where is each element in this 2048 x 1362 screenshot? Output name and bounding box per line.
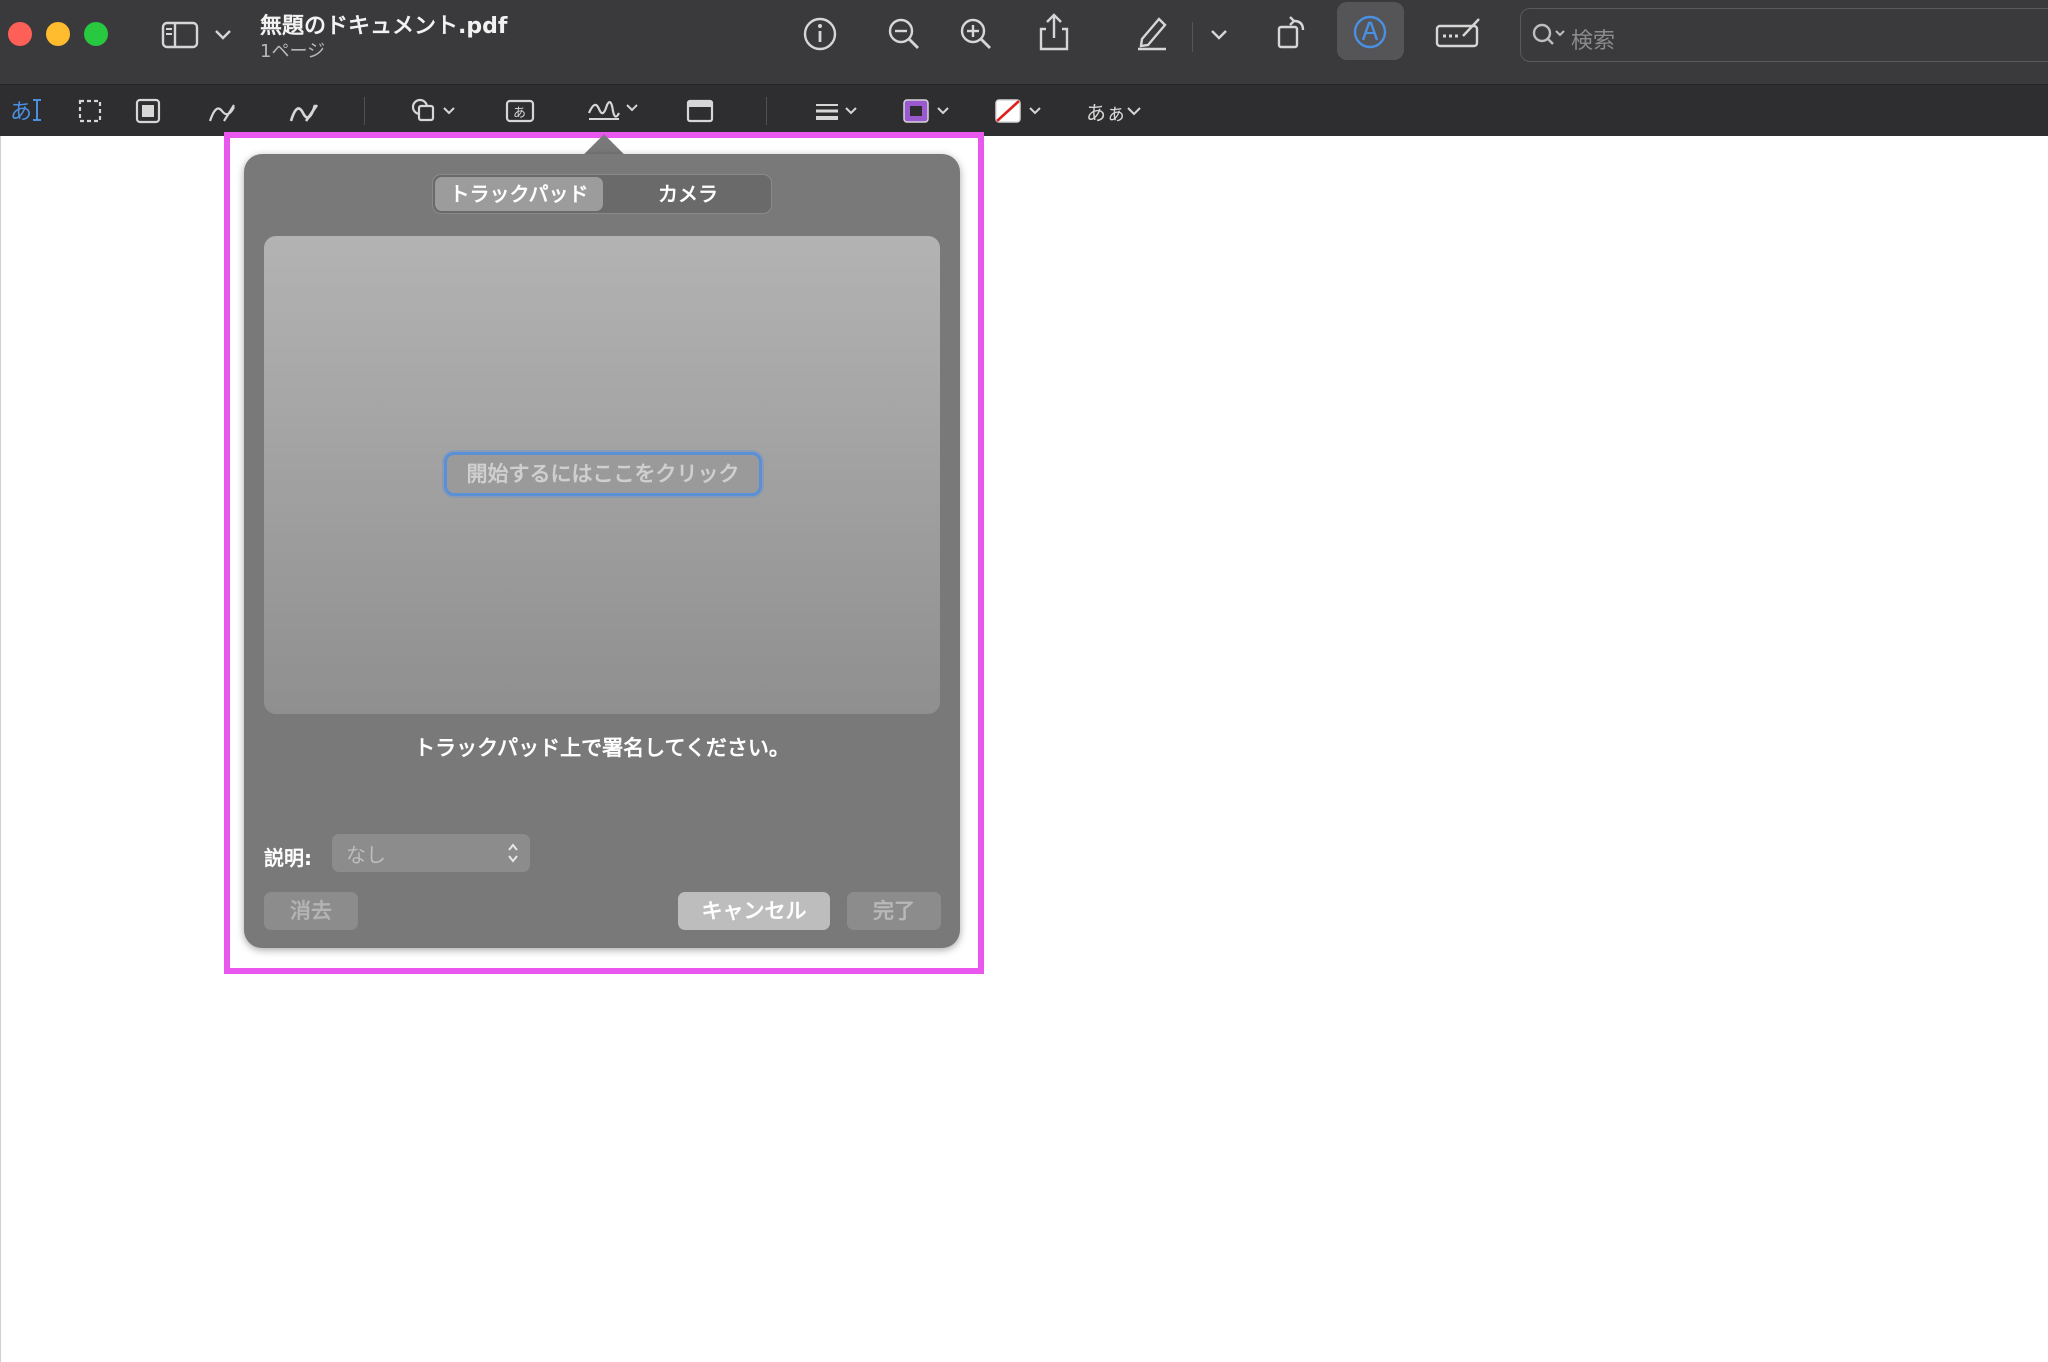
document-title[interactable]: 無題のドキュメント.pdf (260, 8, 507, 40)
clear-button[interactable]: 消去 (264, 892, 358, 930)
start-signature-button[interactable]: 開始するにはここをクリック (444, 452, 762, 496)
signature-source-segmented-control: トラックパッド カメラ (432, 174, 772, 214)
description-select-value: なし (346, 843, 386, 867)
redact-icon[interactable] (132, 95, 164, 127)
markup-separator (766, 97, 767, 125)
chevron-down-icon[interactable] (212, 24, 234, 46)
title-bar: 無題のドキュメント.pdf 1ページ 検索 (0, 0, 2048, 84)
page-edge (0, 136, 1, 1362)
form-filling-icon[interactable] (1434, 14, 1484, 54)
sketch-icon[interactable] (204, 95, 240, 127)
toolbar-separator (1192, 22, 1193, 52)
info-icon[interactable] (800, 14, 840, 54)
border-color-icon[interactable] (898, 95, 958, 127)
search-placeholder: 検索 (1571, 29, 1616, 54)
markup-toolbar: あ あ あぁ (0, 84, 2048, 136)
highlight-pen-icon[interactable] (1132, 12, 1172, 52)
shapes-icon[interactable] (408, 95, 462, 127)
tab-trackpad[interactable]: トラックパッド (435, 177, 603, 211)
rect-select-icon[interactable] (74, 95, 106, 127)
zoom-out-icon[interactable] (884, 14, 924, 54)
description-select[interactable]: なし (332, 834, 530, 872)
draw-icon[interactable] (286, 95, 322, 127)
text-selection-glyph: あ (9, 100, 32, 125)
fill-color-icon[interactable] (990, 95, 1050, 127)
search-icon (1529, 21, 1569, 49)
page-count: 1ページ (260, 41, 326, 62)
line-style-icon[interactable] (810, 95, 864, 127)
svg-text:あ: あ (513, 106, 526, 121)
up-down-chevron-icon (506, 840, 520, 866)
tab-camera[interactable]: カメラ (605, 177, 771, 211)
markup-separator (364, 97, 365, 125)
description-label: 説明: (264, 846, 312, 870)
close-window-button[interactable] (8, 22, 32, 46)
rotate-icon[interactable] (1272, 12, 1312, 52)
highlight-options-chevron-icon[interactable] (1208, 24, 1230, 46)
markup-icon[interactable] (1350, 12, 1390, 52)
zoom-in-icon[interactable] (956, 14, 996, 54)
signature-hint: トラックパッド上で署名してください。 (414, 736, 790, 760)
signature-pad[interactable]: 開始するにはここをクリック (264, 236, 940, 714)
minimize-window-button[interactable] (46, 22, 70, 46)
signature-popover: トラックパッド カメラ 開始するにはここをクリック トラックパッド上で署名してく… (244, 154, 960, 948)
note-icon[interactable] (682, 95, 718, 127)
text-style-glyph: あぁ (1086, 100, 1126, 125)
zoom-window-button[interactable] (84, 22, 108, 46)
text-selection-icon[interactable]: あ (8, 95, 44, 125)
sidebar-icon[interactable] (158, 18, 202, 52)
cancel-button[interactable]: キャンセル (678, 892, 830, 930)
share-icon[interactable] (1034, 10, 1074, 54)
text-box-icon[interactable]: あ (502, 95, 538, 127)
text-style-icon[interactable]: あぁ (1084, 95, 1144, 127)
search-field[interactable]: 検索 (1520, 8, 2048, 62)
done-button[interactable]: 完了 (847, 892, 941, 930)
signature-icon[interactable] (584, 93, 642, 127)
